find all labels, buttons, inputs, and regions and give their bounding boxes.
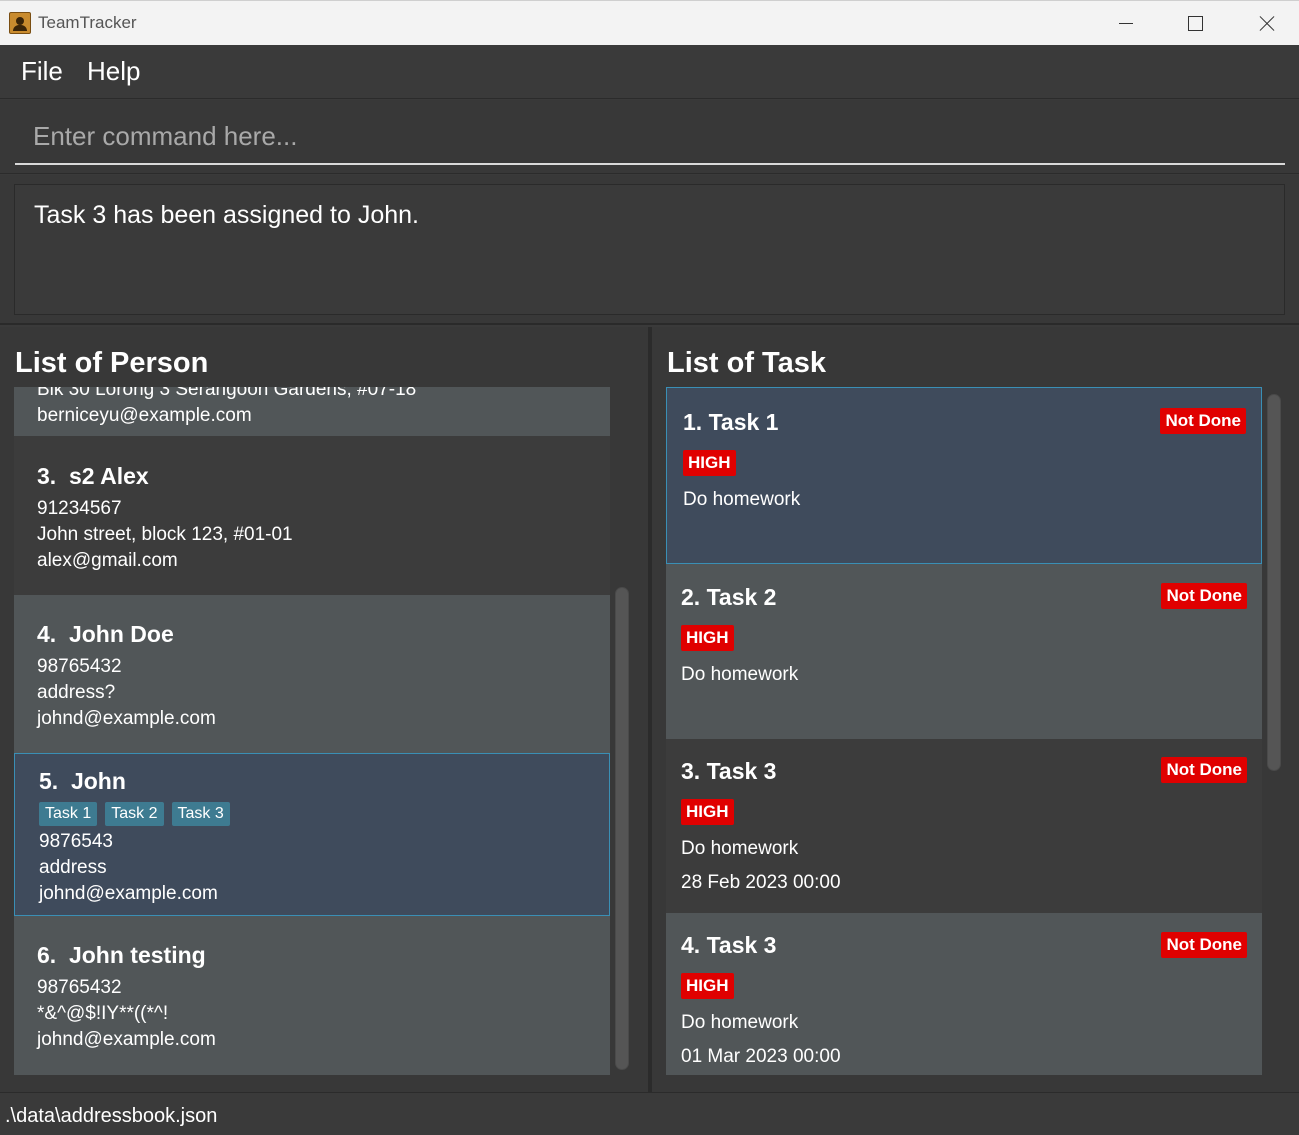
title-bar: TeamTracker — [0, 0, 1299, 45]
person-card[interactable]: 3. s2 Alex 91234567 John street, block 1… — [14, 436, 610, 595]
priority-badge: HIGH — [681, 973, 734, 999]
person-panel-title: List of Person — [15, 347, 209, 379]
priority-badge: HIGH — [681, 625, 734, 651]
task-title: 1. Task 1 — [683, 409, 779, 435]
person-address: *&^@$!IY**((*^! — [37, 1003, 169, 1024]
maximize-button[interactable] — [1160, 1, 1228, 46]
person-panel: List of Person Blk 30 Lorong 3 Serangoon… — [0, 327, 648, 1092]
command-area — [0, 100, 1299, 174]
status-badge: Not Done — [1160, 408, 1246, 434]
person-address: John street, block 123, #01-01 — [37, 524, 293, 545]
person-phone: 9876543 — [39, 831, 113, 852]
task-panel: List of Task 1. Task 1 Not Done HIGH Do … — [652, 327, 1299, 1092]
person-list[interactable]: Blk 30 Lorong 3 Serangoon Gardens, #07-1… — [14, 387, 610, 1075]
close-button[interactable] — [1231, 1, 1299, 46]
person-card[interactable]: Blk 30 Lorong 3 Serangoon Gardens, #07-1… — [14, 387, 610, 436]
task-description: Do homework — [681, 664, 799, 685]
tag: Task 2 — [105, 802, 164, 826]
person-address: address — [39, 857, 107, 878]
task-deadline: 01 Mar 2023 00:00 — [681, 1046, 841, 1067]
app-icon — [9, 12, 31, 34]
task-title: 2. Task 2 — [681, 584, 777, 610]
person-address: Blk 30 Lorong 3 Serangoon Gardens, #07-1… — [37, 387, 417, 400]
person-card-selected[interactable]: 5. John Task 1 Task 2 Task 3 9876543 add… — [14, 753, 610, 916]
task-title: 3. Task 3 — [681, 758, 777, 784]
task-list[interactable]: 1. Task 1 Not Done HIGH Do homework 2. T… — [666, 387, 1262, 1075]
person-name: 3. s2 Alex — [37, 463, 149, 489]
priority-badge: HIGH — [681, 799, 734, 825]
status-bar: .\data\addressbook.json — [0, 1092, 1299, 1135]
task-deadline: 28 Feb 2023 00:00 — [681, 872, 841, 893]
status-badge: Not Done — [1161, 932, 1247, 958]
priority-badge: HIGH — [683, 450, 736, 476]
menu-help[interactable]: Help — [87, 56, 140, 87]
minimize-button[interactable] — [1092, 1, 1160, 46]
menu-file[interactable]: File — [21, 56, 63, 87]
task-card[interactable]: 3. Task 3 Not Done HIGH Do homework 28 F… — [666, 739, 1262, 913]
task-card[interactable]: 4. Task 3 Not Done HIGH Do homework 01 M… — [666, 913, 1262, 1075]
command-input[interactable] — [15, 109, 1285, 165]
data-file-path: .\data\addressbook.json — [5, 1105, 218, 1127]
person-phone: 98765432 — [37, 656, 122, 677]
status-badge: Not Done — [1161, 757, 1247, 783]
menu-bar: File Help — [0, 45, 1299, 99]
task-scrollbar[interactable] — [1267, 394, 1281, 1075]
person-email: johnd@example.com — [39, 883, 218, 904]
person-address: address? — [37, 682, 116, 703]
result-message: Task 3 has been assigned to John. — [34, 201, 419, 229]
person-card[interactable]: 6. John testing 98765432 *&^@$!IY**((*^!… — [14, 916, 610, 1075]
task-card[interactable]: 2. Task 2 Not Done HIGH Do homework — [666, 564, 1262, 739]
tag: Task 1 — [39, 802, 98, 826]
task-title: 4. Task 3 — [681, 932, 777, 958]
tag: Task 3 — [171, 802, 230, 826]
person-phone: 98765432 — [37, 977, 122, 998]
window-title: TeamTracker — [38, 13, 137, 32]
task-card-selected[interactable]: 1. Task 1 Not Done HIGH Do homework — [666, 387, 1262, 564]
task-description: Do homework — [683, 489, 801, 510]
person-phone: 91234567 — [37, 498, 122, 519]
result-display: Task 3 has been assigned to John. — [14, 184, 1285, 315]
result-area: Task 3 has been assigned to John. — [0, 175, 1299, 325]
task-scroll-thumb[interactable] — [1267, 394, 1281, 771]
person-email: alex@gmail.com — [37, 550, 178, 571]
person-name: 6. John testing — [37, 942, 206, 968]
person-email: johnd@example.com — [37, 1029, 216, 1050]
task-panel-title: List of Task — [667, 347, 826, 379]
status-badge: Not Done — [1161, 583, 1247, 609]
person-email: berniceyu@example.com — [37, 405, 252, 426]
task-description: Do homework — [681, 1012, 799, 1033]
person-scroll-thumb[interactable] — [615, 587, 629, 1070]
person-tags: Task 1 Task 2 Task 3 — [39, 802, 230, 826]
person-scrollbar[interactable] — [615, 387, 629, 1075]
person-name: 4. John Doe — [37, 621, 174, 647]
person-name: 5. John — [39, 768, 126, 794]
task-description: Do homework — [681, 838, 799, 859]
person-card[interactable]: 4. John Doe 98765432 address? johnd@exam… — [14, 595, 610, 753]
person-email: johnd@example.com — [37, 708, 216, 729]
